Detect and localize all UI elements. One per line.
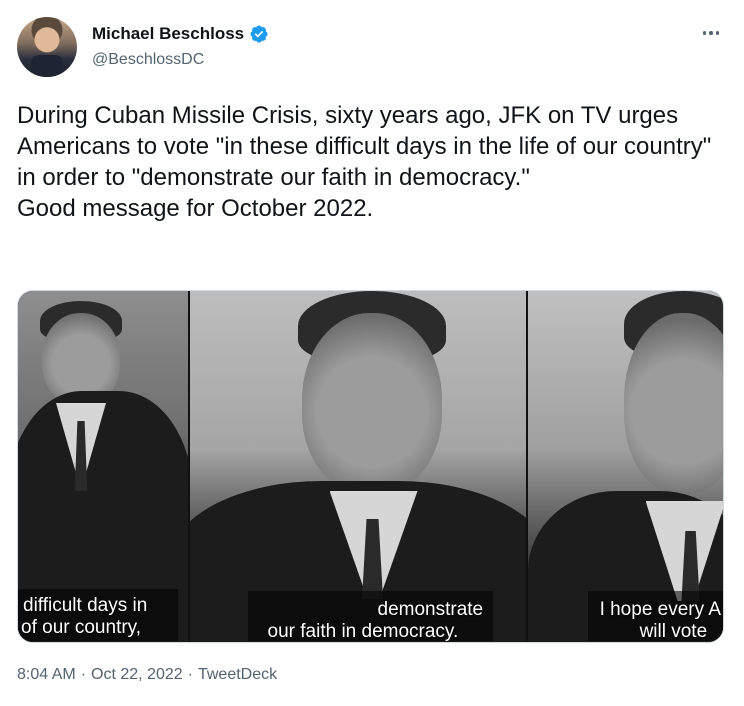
separator-dot: · — [187, 666, 193, 683]
tweet-text: During Cuban Missile Crisis, sixty years… — [17, 102, 712, 222]
tweet-source-link[interactable]: TweetDeck — [198, 666, 277, 684]
caption-frame-1-line-2: of our country, — [21, 617, 142, 638]
tweet-time[interactable]: 8:04 AM — [17, 666, 76, 684]
caption-frame-3-line-2: will vote — [639, 621, 708, 642]
verified-badge-icon — [249, 24, 269, 44]
avatar[interactable] — [17, 17, 77, 77]
tweet-media[interactable]: difficult days in of our country, demons… — [17, 290, 724, 643]
video-frame-3: I hope every A will vote — [527, 291, 723, 642]
author-name-row: Michael Beschloss — [92, 24, 269, 44]
caption-frame-2-line-1: demonstrate — [377, 599, 484, 620]
tweet-card: Michael Beschloss @BeschlossDC During Cu… — [0, 0, 744, 706]
video-frame-1: difficult days in of our country, — [18, 291, 188, 642]
caption-frame-1-line-1: difficult days in — [23, 595, 148, 616]
video-frame-2: demonstrate our faith in democracy. — [189, 291, 526, 642]
caption-frame-3-line-1: I hope every A — [599, 599, 722, 620]
more-options-icon[interactable] — [700, 22, 722, 44]
caption-frame-2-line-2: our faith in democracy. — [267, 621, 459, 642]
tweet-timestamp-row: 8:04 AM · Oct 22, 2022 · TweetDeck — [17, 666, 277, 684]
separator-dot: · — [80, 666, 87, 683]
tweet-date[interactable]: Oct 22, 2022 — [91, 666, 183, 684]
author-handle[interactable]: @BeschlossDC — [92, 51, 204, 69]
author-display-name[interactable]: Michael Beschloss — [92, 24, 244, 44]
